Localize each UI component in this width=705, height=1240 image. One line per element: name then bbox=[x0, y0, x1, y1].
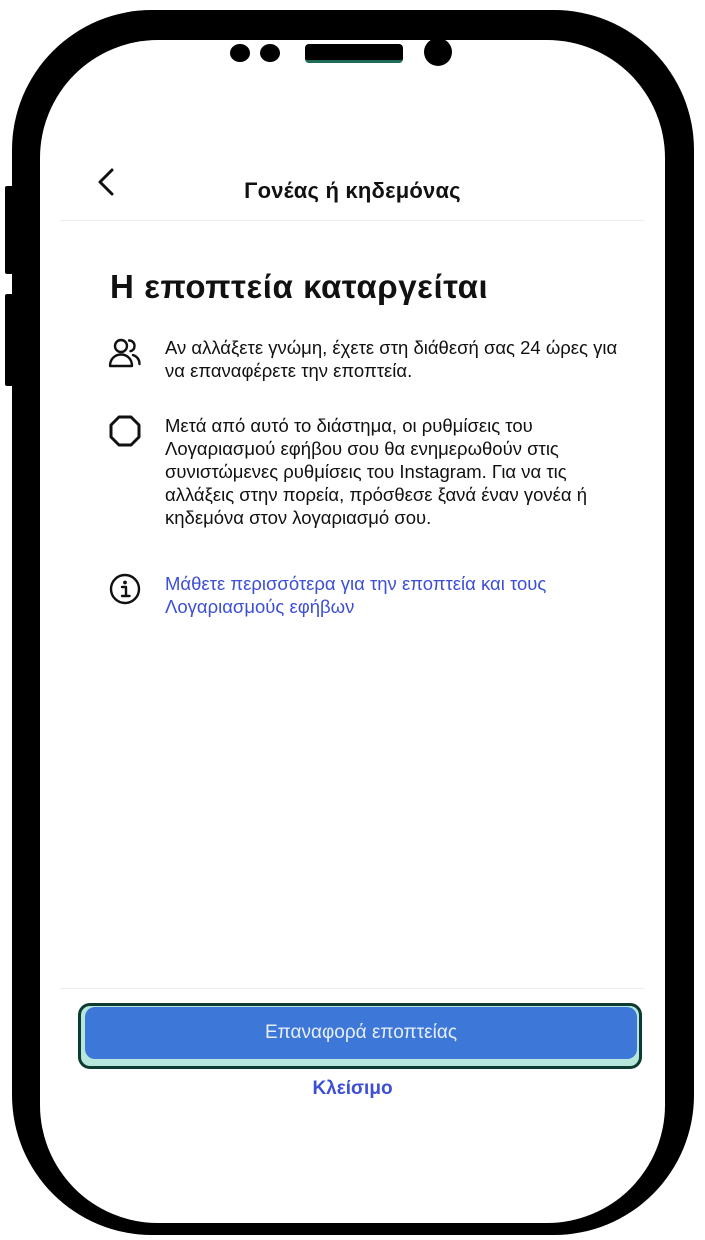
footer-divider bbox=[60, 988, 645, 989]
info-text: Μετά από αυτό το διάστημα, οι ρυθμίσεις … bbox=[165, 415, 588, 528]
info-row-time-window: Αν αλλάξετε γνώμη, έχετε στη διάθεσή σας… bbox=[108, 336, 628, 388]
learn-more-link[interactable]: Μάθετε περισσότερα για την εποπτεία και … bbox=[165, 572, 635, 618]
settings-gear-icon bbox=[109, 415, 141, 447]
restore-supervision-button[interactable]: Επαναφορά εποπτείας bbox=[85, 1007, 637, 1059]
phone-screen: Γονέας ή κηδεμόνας Η εποπτεία καταργείτα… bbox=[40, 40, 665, 1223]
earpiece-speaker bbox=[305, 44, 403, 63]
page-title: Η εποπτεία καταργείται bbox=[110, 268, 489, 305]
info-row-settings: Μετά από αυτό το διάστημα, οι ρυθμίσεις … bbox=[108, 414, 628, 544]
sensor-dot bbox=[260, 44, 280, 62]
learn-more-row[interactable]: Μάθετε περισσότερα για την εποπτεία και … bbox=[108, 572, 628, 624]
device-mockup: Γονέας ή κηδεμόνας Η εποπτεία καταργείτα… bbox=[0, 0, 705, 1240]
top-bar: Γονέας ή κηδεμόνας bbox=[60, 150, 645, 221]
phone-frame: Γονέας ή κηδεμόνας Η εποπτεία καταργείτα… bbox=[12, 10, 694, 1235]
info-icon bbox=[109, 573, 141, 605]
front-camera bbox=[424, 40, 452, 66]
sensor-dot bbox=[230, 44, 250, 62]
close-link[interactable]: Κλείσιμο bbox=[40, 1078, 665, 1100]
info-text: Αν αλλάξετε γνώμη, έχετε στη διάθεσή σας… bbox=[165, 337, 618, 381]
page-header-title: Γονέας ή κηδεμόνας bbox=[244, 178, 461, 203]
people-icon bbox=[108, 338, 141, 368]
